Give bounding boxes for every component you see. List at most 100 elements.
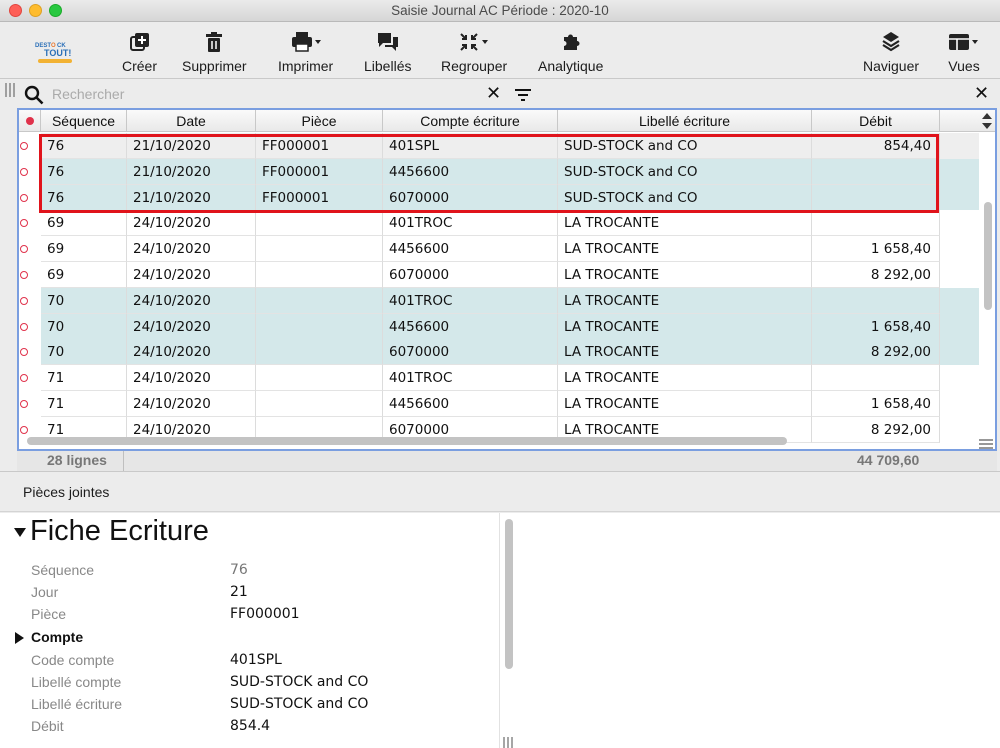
cell-date[interactable]: 21/10/2020: [127, 133, 256, 159]
table-row[interactable]: 69 24/10/2020 401TROC LA TROCANTE: [19, 210, 979, 237]
table-row[interactable]: 76 21/10/2020 FF000001 6070000 SUD-STOCK and…: [19, 184, 979, 211]
sort-arrows-icon[interactable]: [980, 112, 994, 130]
cell-piece[interactable]: [256, 287, 383, 314]
cell-sequence[interactable]: 76: [41, 133, 127, 159]
cell-piece[interactable]: [256, 210, 383, 237]
cell-account[interactable]: 4456600: [383, 313, 558, 340]
cell-account[interactable]: 401TROC: [383, 365, 558, 392]
attachments-bar[interactable]: Pièces jointes: [0, 472, 1000, 512]
cell-account[interactable]: 6070000: [383, 184, 558, 211]
column-menu-icon[interactable]: [979, 436, 993, 449]
field-value-account-name[interactable]: SUD-STOCK and CO: [230, 674, 368, 690]
delete-button[interactable]: Supprimer: [182, 30, 247, 74]
table-row[interactable]: 70 24/10/2020 401TROC LA TROCANTE: [19, 287, 979, 314]
cell-piece[interactable]: [256, 313, 383, 340]
filter-icon[interactable]: [514, 88, 532, 107]
analytics-button[interactable]: Analytique: [538, 30, 603, 74]
group-button[interactable]: Regrouper: [441, 30, 507, 74]
cell-date[interactable]: 24/10/2020: [127, 313, 256, 340]
cell-date[interactable]: 21/10/2020: [127, 158, 256, 185]
cell-debit[interactable]: [812, 184, 940, 211]
table-row[interactable]: 76 21/10/2020 FF000001 4456600 SUD-STOCK and…: [19, 158, 979, 185]
cell-piece[interactable]: [256, 365, 383, 392]
cell-account[interactable]: 401TROC: [383, 210, 558, 237]
cell-date[interactable]: 24/10/2020: [127, 287, 256, 314]
cell-debit[interactable]: [812, 158, 940, 185]
cell-account[interactable]: 401TROC: [383, 287, 558, 314]
cell-entry-label[interactable]: LA TROCANTE: [558, 262, 812, 288]
vertical-scrollbar[interactable]: [984, 202, 992, 310]
cell-debit[interactable]: 1 658,40: [812, 313, 940, 340]
cell-sequence[interactable]: 70: [41, 287, 127, 314]
cell-sequence[interactable]: 76: [41, 184, 127, 211]
cell-debit[interactable]: 1 658,40: [812, 236, 940, 263]
field-value-sequence[interactable]: 76: [230, 562, 248, 578]
cell-debit[interactable]: 1 658,40: [812, 391, 940, 417]
field-value-entry-label[interactable]: SUD-STOCK and CO: [230, 696, 368, 712]
cell-date[interactable]: 24/10/2020: [127, 365, 256, 392]
table-row[interactable]: 69 24/10/2020 6070000 LA TROCANTE 8 292,00: [19, 262, 979, 288]
column-header-debit[interactable]: Débit: [812, 110, 940, 132]
cell-account[interactable]: 6070000: [383, 339, 558, 366]
cell-piece[interactable]: FF000001: [256, 158, 383, 185]
cell-sequence[interactable]: 69: [41, 210, 127, 237]
panel-grip-icon[interactable]: [4, 83, 16, 97]
labels-button[interactable]: Libellés: [364, 30, 411, 74]
search-input[interactable]: [52, 85, 472, 103]
cell-sequence[interactable]: 70: [41, 339, 127, 366]
section-account[interactable]: Compte: [31, 629, 83, 645]
cell-piece[interactable]: [256, 262, 383, 288]
cell-entry-label[interactable]: SUD-STOCK and CO: [558, 158, 812, 185]
horizontal-scrollbar[interactable]: [27, 437, 787, 445]
table-row[interactable]: 70 24/10/2020 4456600 LA TROCANTE 1 658,40: [19, 313, 979, 340]
field-value-account-code[interactable]: 401SPL: [230, 652, 282, 668]
cell-entry-label[interactable]: LA TROCANTE: [558, 365, 812, 392]
cell-account[interactable]: 401SPL: [383, 133, 558, 159]
cell-debit[interactable]: [812, 210, 940, 237]
cell-date[interactable]: 24/10/2020: [127, 236, 256, 263]
cell-entry-label[interactable]: SUD-STOCK and CO: [558, 184, 812, 211]
cell-debit[interactable]: 8 292,00: [812, 416, 940, 443]
cell-piece[interactable]: FF000001: [256, 184, 383, 211]
clear-search-icon[interactable]: ✕: [486, 83, 501, 104]
cell-date[interactable]: 24/10/2020: [127, 210, 256, 237]
cell-entry-label[interactable]: LA TROCANTE: [558, 210, 812, 237]
cell-entry-label[interactable]: LA TROCANTE: [558, 339, 812, 366]
table-row[interactable]: 69 24/10/2020 4456600 LA TROCANTE 1 658,40: [19, 236, 979, 263]
field-value-day[interactable]: 21: [230, 584, 248, 600]
collapse-triangle-icon[interactable]: [14, 528, 26, 537]
field-value-debit[interactable]: 854.4: [230, 718, 270, 734]
split-grip-icon[interactable]: [502, 736, 514, 748]
field-value-piece[interactable]: FF000001: [230, 606, 300, 622]
cell-piece[interactable]: FF000001: [256, 133, 383, 159]
column-header-piece[interactable]: Pièce: [256, 110, 383, 132]
cell-date[interactable]: 24/10/2020: [127, 339, 256, 366]
cell-sequence[interactable]: 76: [41, 158, 127, 185]
cell-debit[interactable]: 854,40: [812, 133, 940, 159]
column-header-date[interactable]: Date: [127, 110, 256, 132]
cell-date[interactable]: 24/10/2020: [127, 262, 256, 288]
cell-debit[interactable]: [812, 287, 940, 314]
cell-sequence[interactable]: 69: [41, 236, 127, 263]
cell-sequence[interactable]: 69: [41, 262, 127, 288]
cell-date[interactable]: 24/10/2020: [127, 391, 256, 417]
table-row[interactable]: 76 21/10/2020 FF000001 401SPL SUD-STOCK and …: [19, 133, 979, 159]
cell-sequence[interactable]: 71: [41, 391, 127, 417]
column-header-entry-label[interactable]: Libellé écriture: [558, 110, 812, 132]
cell-account[interactable]: 4456600: [383, 391, 558, 417]
print-button[interactable]: Imprimer: [278, 30, 333, 74]
navigate-button[interactable]: Naviguer: [863, 30, 919, 74]
cell-entry-label[interactable]: LA TROCANTE: [558, 391, 812, 417]
cell-date[interactable]: 21/10/2020: [127, 184, 256, 211]
expand-triangle-icon[interactable]: [15, 632, 24, 644]
table-row[interactable]: 71 24/10/2020 4456600 LA TROCANTE 1 658,40: [19, 391, 979, 417]
column-header-account[interactable]: Compte écriture: [383, 110, 558, 132]
column-header-sequence[interactable]: Séquence: [41, 110, 127, 132]
marker-column-header[interactable]: [19, 110, 41, 132]
cell-debit[interactable]: 8 292,00: [812, 339, 940, 366]
table-row[interactable]: 70 24/10/2020 6070000 LA TROCANTE 8 292,00: [19, 339, 979, 366]
cell-entry-label[interactable]: LA TROCANTE: [558, 236, 812, 263]
table-row[interactable]: 71 24/10/2020 401TROC LA TROCANTE: [19, 365, 979, 392]
cell-debit[interactable]: 8 292,00: [812, 262, 940, 288]
cell-sequence[interactable]: 71: [41, 365, 127, 392]
